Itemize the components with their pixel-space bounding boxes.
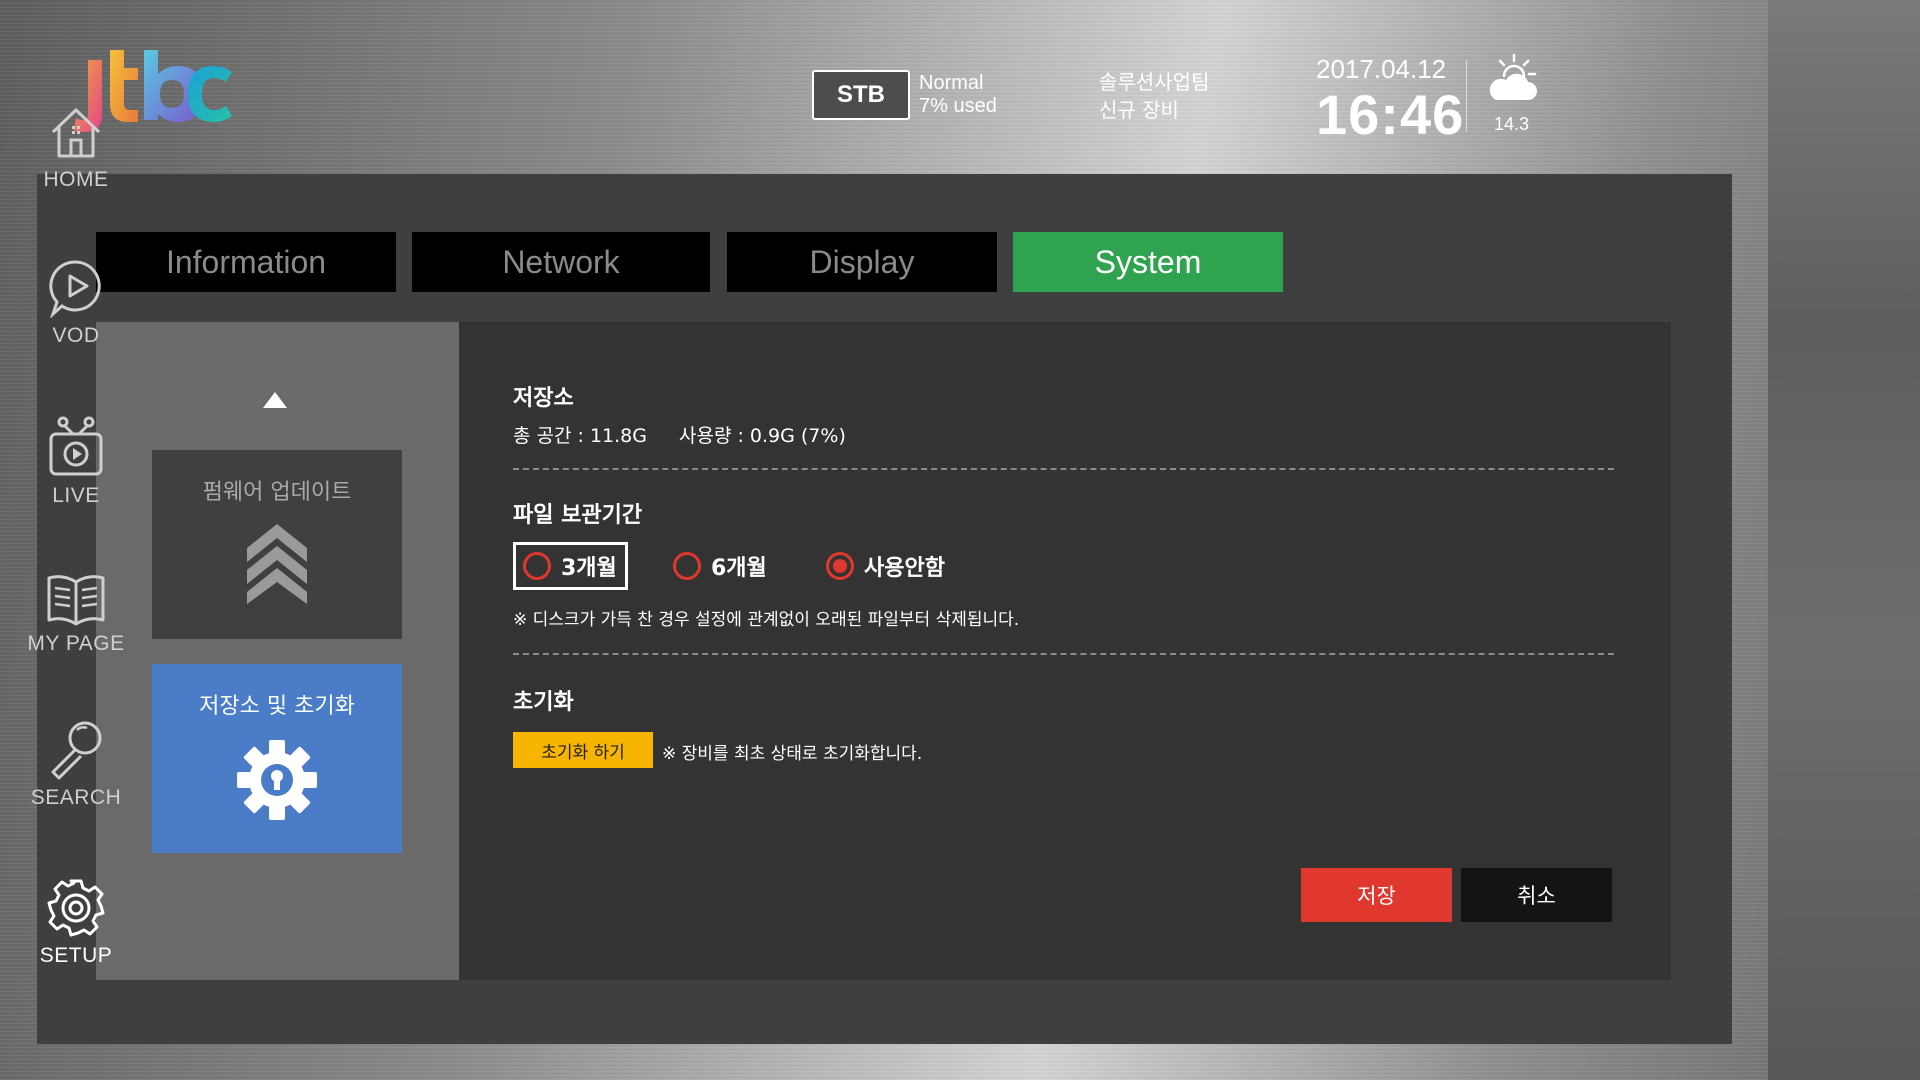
sidebar-item-label: 저장소 및 초기화 [199, 694, 355, 719]
radio-label: 6개월 [711, 556, 767, 581]
tab-display[interactable]: Display [727, 232, 997, 292]
device-info: 솔루션사업팀 신규 장비 [1099, 68, 1209, 124]
cancel-button[interactable]: 취소 [1461, 868, 1612, 922]
vod-play-icon [49, 260, 101, 318]
gear-lock-icon [237, 740, 317, 820]
tab-network[interactable]: Network [412, 232, 710, 292]
nav-label: HOME [43, 168, 109, 191]
gear-icon [47, 879, 105, 937]
live-tv-icon [49, 416, 103, 476]
nav-label: VOD [52, 324, 100, 347]
section-divider [513, 653, 1614, 655]
radio-checked-icon [826, 552, 854, 580]
nav-item-search[interactable]: SEARCH [0, 718, 152, 810]
save-button[interactable]: 저장 [1301, 868, 1452, 922]
nav-label: SEARCH [30, 786, 122, 809]
retention-option-disabled[interactable]: 사용안함 [826, 542, 945, 590]
nav-item-live[interactable]: LIVE [0, 416, 152, 508]
nav-label: LIVE [52, 484, 100, 507]
storage-title: 저장소 [513, 386, 574, 411]
sidebar-item-firmware-update[interactable]: 펌웨어 업데이트 [152, 450, 402, 639]
device-name: 신규 장비 [1099, 98, 1179, 122]
nav-label: MY PAGE [27, 632, 125, 655]
stb-status: Normal 7% used [919, 72, 997, 118]
nav-item-my-page[interactable]: MY PAGE [0, 572, 152, 656]
reset-title: 초기화 [513, 690, 574, 715]
retention-option-3months[interactable]: 3개월 [513, 542, 628, 590]
search-icon [51, 721, 102, 780]
nav-label: SETUP [39, 944, 113, 967]
current-time: 16:46 [1316, 83, 1465, 146]
device-team: 솔루션사업팀 [1099, 70, 1210, 94]
sidebar-item-storage-reset[interactable]: 저장소 및 초기화 [152, 664, 402, 853]
retention-title: 파일 보관기간 [513, 503, 643, 528]
stb-badge: STB [812, 70, 910, 120]
upgrade-chevrons-icon [247, 524, 307, 604]
retention-note: ※ 디스크가 가득 찬 경우 설정에 관계없이 오래된 파일부터 삭제됩니다. [513, 610, 1020, 630]
reset-note: ※ 장비를 최초 상태로 초기화합니다. [662, 744, 923, 764]
nav-item-vod[interactable]: VOD [0, 258, 152, 348]
stb-usage-text: 7% used [919, 95, 997, 117]
radio-label: 사용안함 [864, 556, 945, 581]
main-nav [1768, 0, 1920, 1080]
scroll-up-arrow-icon[interactable] [263, 392, 287, 408]
radio-unchecked-icon [523, 552, 551, 580]
radio-unchecked-icon [673, 552, 701, 580]
reset-button[interactable]: 초기화 하기 [513, 732, 653, 768]
sidebar-item-label: 펌웨어 업데이트 [202, 480, 352, 505]
section-divider [513, 468, 1614, 470]
storage-total: 총 공간 : 11.8G [513, 425, 647, 447]
nav-item-home[interactable]: HOME [0, 104, 152, 192]
partly-cloudy-icon [1489, 53, 1537, 100]
current-date: 2017.04.12 [1316, 54, 1447, 84]
nav-item-setup[interactable]: SETUP [0, 878, 152, 968]
book-icon [47, 575, 105, 626]
retention-option-6months[interactable]: 6개월 [673, 542, 767, 590]
stb-status-text: Normal [919, 72, 984, 94]
home-icon [51, 108, 101, 158]
radio-label: 3개월 [561, 556, 617, 581]
temperature: 14.3 [1494, 114, 1530, 134]
storage-used: 사용량 : 0.9G (7%) [679, 425, 846, 447]
tab-system[interactable]: System [1013, 232, 1283, 292]
header-divider [1466, 60, 1467, 132]
